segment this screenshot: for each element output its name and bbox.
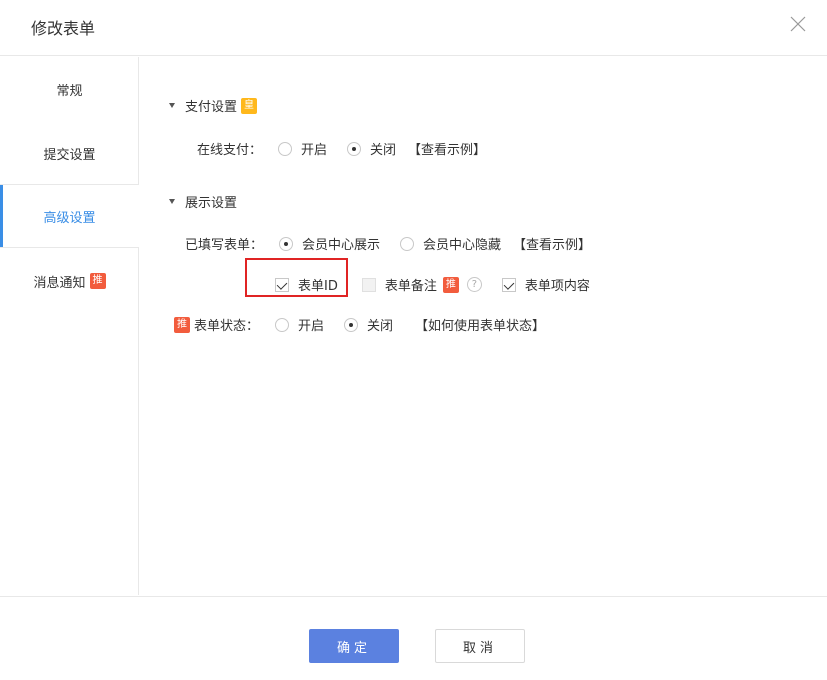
display-section-header[interactable]: 展示设置: [169, 192, 237, 211]
dialog-footer: 确定 取消: [0, 596, 827, 680]
view-example-link[interactable]: 【查看示例】: [408, 139, 486, 158]
sidebar-item-advanced-settings[interactable]: 高级设置: [0, 184, 139, 248]
cancel-button[interactable]: 取消: [435, 629, 525, 663]
confirm-button[interactable]: 确定: [309, 629, 399, 663]
radio-label: 关闭: [367, 319, 394, 334]
sidebar-item-label: 常规: [56, 83, 83, 99]
recommend-badge: 推: [442, 276, 459, 293]
online-payment-label: 在线支付：: [197, 143, 263, 158]
sidebar-item-label: 高级设置: [43, 210, 96, 226]
radio-label: 开启: [298, 319, 325, 334]
radio-member-hide[interactable]: [400, 236, 415, 251]
section-title: 支付设置: [185, 100, 238, 115]
recommend-badge: 推: [89, 273, 106, 289]
checkbox-label: 表单项内容: [524, 279, 590, 294]
radio-label: 会员中心隐藏: [423, 238, 502, 253]
close-icon[interactable]: [788, 14, 808, 34]
checkbox-label: 表单备注: [384, 279, 437, 294]
edit-form-dialog: 修改表单 常规 提交设置 高级设置 消息通知 推 支付设置 皇 在线支付： 开启…: [0, 0, 827, 680]
settings-sidebar: 常规 提交设置 高级设置 消息通知 推: [0, 57, 139, 595]
radio-label: 会员中心展示: [302, 238, 381, 253]
radio-label: 开启: [301, 143, 328, 158]
sidebar-item-notifications[interactable]: 消息通知 推: [0, 249, 139, 313]
section-title: 展示设置: [185, 196, 238, 211]
sidebar-item-label: 提交设置: [43, 147, 96, 163]
caret-down-icon: [169, 199, 175, 204]
filled-form-row: 已填写表单： 会员中心展示 会员中心隐藏 【查看示例】: [185, 234, 591, 253]
dialog-title: 修改表单: [31, 19, 96, 38]
sidebar-item-general[interactable]: 常规: [0, 57, 139, 121]
form-status-label: 表单状态：: [194, 319, 260, 334]
view-example-link[interactable]: 【查看示例】: [513, 234, 591, 253]
filled-form-label: 已填写表单：: [185, 238, 264, 253]
radio-payment-on[interactable]: [278, 141, 293, 156]
help-icon[interactable]: ?: [466, 277, 482, 292]
form-status-help-link[interactable]: 【如何使用表单状态】: [415, 315, 545, 334]
highlight-annotation: [245, 258, 348, 297]
payment-section-header[interactable]: 支付设置 皇: [169, 96, 258, 115]
radio-member-show[interactable]: [279, 236, 294, 251]
dialog-header: 修改表单: [0, 0, 827, 56]
vip-badge: 皇: [241, 97, 258, 114]
radio-status-off[interactable]: [344, 317, 359, 332]
checkbox-form-content[interactable]: [501, 277, 516, 292]
caret-down-icon: [169, 103, 175, 108]
checkbox-form-remark[interactable]: [361, 277, 376, 292]
recommend-badge: 推: [174, 316, 190, 333]
online-payment-row: 在线支付： 开启 关闭 【查看示例】: [197, 139, 486, 158]
radio-payment-off[interactable]: [347, 141, 362, 156]
sidebar-item-submit-settings[interactable]: 提交设置: [0, 121, 139, 185]
form-status-row: 推 表单状态： 开启 关闭 【如何使用表单状态】: [174, 315, 545, 334]
sidebar-item-label: 消息通知: [33, 275, 86, 291]
settings-content: 支付设置 皇 在线支付： 开启 关闭 【查看示例】 展示设置 已填写表单： 会员…: [139, 57, 827, 595]
radio-status-on[interactable]: [275, 317, 290, 332]
radio-label: 关闭: [370, 143, 397, 158]
